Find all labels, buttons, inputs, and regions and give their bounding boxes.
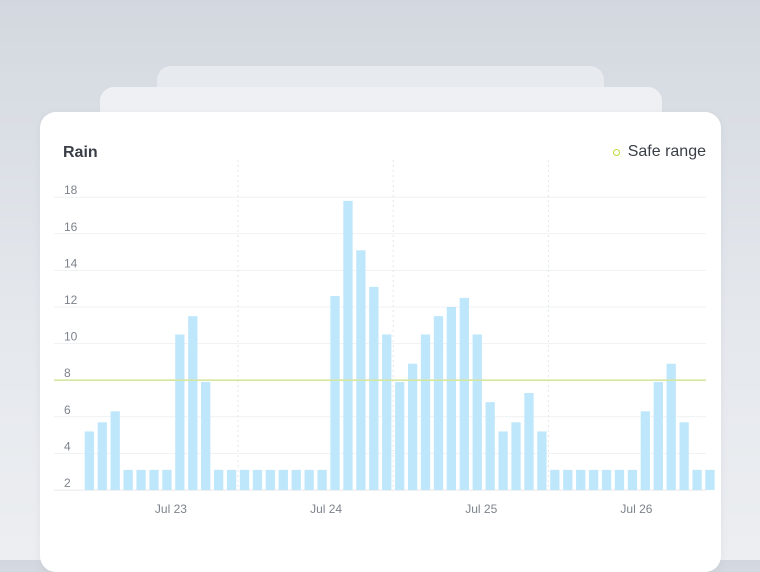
- bar: [188, 316, 198, 490]
- bar: [395, 382, 405, 490]
- y-tick-label: 8: [64, 366, 71, 380]
- bar: [666, 363, 676, 490]
- bar: [472, 334, 482, 490]
- bar: [420, 334, 431, 490]
- bar: [485, 402, 495, 490]
- y-tick-label: 10: [64, 330, 78, 344]
- bar: [653, 382, 663, 490]
- bar: [614, 469, 625, 490]
- bar: [84, 431, 94, 490]
- x-tick-label: Jul 24: [310, 502, 342, 516]
- bar: [627, 469, 638, 490]
- y-tick-label: 14: [64, 256, 78, 270]
- bar: [265, 469, 276, 490]
- bar: [162, 469, 172, 490]
- y-tick-label: 12: [64, 293, 78, 307]
- bar: [524, 393, 534, 490]
- y-tick-label: 16: [64, 220, 78, 234]
- bar: [446, 307, 457, 490]
- bar: [226, 469, 237, 490]
- bar: [692, 469, 702, 490]
- y-tick-label: 18: [64, 183, 78, 197]
- bar: [252, 469, 263, 490]
- bar: [705, 469, 715, 490]
- bar: [291, 469, 301, 490]
- bar: [330, 296, 340, 490]
- bar: [278, 469, 288, 490]
- bar: [407, 363, 418, 490]
- bar: [679, 422, 689, 490]
- bar: [149, 469, 159, 490]
- bar: [239, 469, 250, 490]
- bar: [343, 200, 353, 491]
- bar: [459, 297, 469, 490]
- y-tick-label: 6: [64, 403, 71, 417]
- bar: [576, 469, 586, 490]
- x-tick-label: Jul 23: [155, 502, 187, 516]
- bar: [214, 469, 224, 490]
- y-tick-label: 4: [64, 439, 71, 453]
- bar: [201, 382, 211, 490]
- bar: [110, 411, 120, 490]
- bar: [433, 316, 444, 490]
- bar: [369, 286, 379, 490]
- bar: [640, 411, 650, 490]
- bar: [550, 469, 560, 490]
- bar: [123, 469, 133, 490]
- bar: [317, 469, 327, 490]
- x-tick-label: Jul 26: [620, 502, 652, 516]
- bar: [563, 469, 573, 490]
- bar: [136, 469, 146, 490]
- x-tick-label: Jul 25: [465, 502, 497, 516]
- bar: [537, 431, 547, 490]
- bar: [382, 334, 392, 490]
- bar: [356, 250, 366, 490]
- bar: [601, 469, 612, 490]
- rain-bar-chart: 2 4 6 8 10 12 14 16 18 Jul 23 Jul 24 Jul 25 Jul 26: [54, 160, 715, 516]
- bar: [511, 422, 521, 490]
- y-tick-label: 2: [64, 476, 71, 490]
- bar: [304, 469, 314, 490]
- bar: [175, 334, 185, 490]
- bar: [97, 422, 107, 490]
- bar: [498, 431, 508, 490]
- bar: [588, 469, 599, 490]
